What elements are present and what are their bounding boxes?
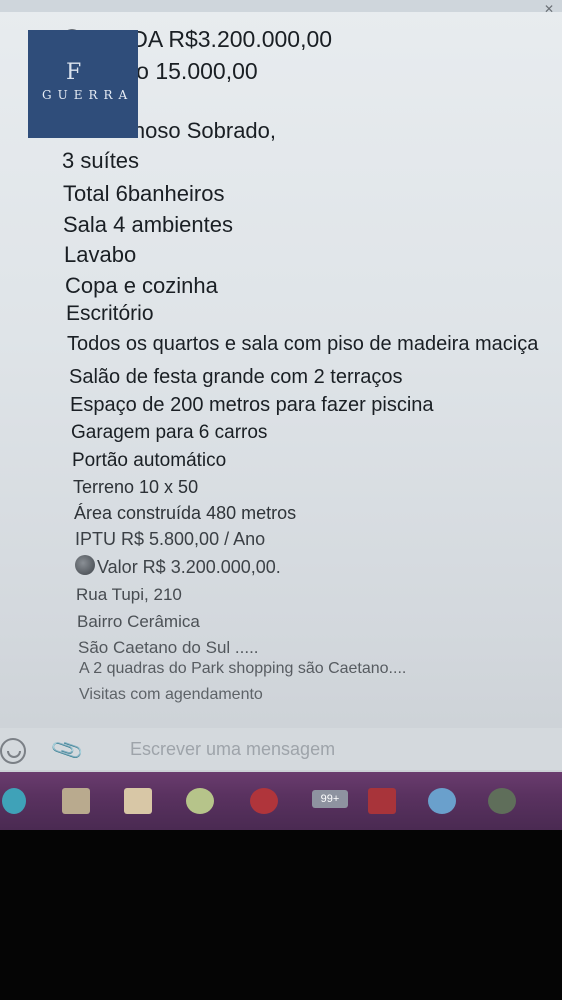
message-line: Salão de festa grande com 2 terraços xyxy=(69,366,403,388)
message-line: São Caetano do Sul ..... xyxy=(78,638,259,657)
whatsapp-icon[interactable] xyxy=(488,788,516,814)
star-app-icon[interactable] xyxy=(250,788,278,814)
red-app-icon[interactable] xyxy=(368,788,396,814)
message-line: Espaço de 200 metros para fazer piscina xyxy=(70,394,434,416)
chat-window: ✕ VENDA R$3.200.000,00 Locação 15.000,00… xyxy=(0,0,562,840)
message-line: IPTU R$ 5.800,00 / Ano xyxy=(75,529,266,549)
folder-icon[interactable] xyxy=(124,788,152,814)
calendar-icon[interactable] xyxy=(62,788,90,814)
start-icon[interactable] xyxy=(2,788,26,814)
message-line: Terreno 10 x 50 xyxy=(73,477,199,497)
message-input[interactable] xyxy=(128,734,552,764)
message-line: Escritório xyxy=(66,302,154,325)
notification-badge[interactable]: 99+ xyxy=(312,790,348,808)
os-taskbar: 99+ xyxy=(0,772,562,830)
message-line: Total 6banheiros xyxy=(63,181,225,206)
monitor-bezel xyxy=(0,830,562,1000)
message-line: Bairro Cerâmica xyxy=(77,612,200,631)
internet-explorer-icon[interactable] xyxy=(428,788,456,814)
smile-icon[interactable] xyxy=(0,738,26,764)
message-line: Copa e cozinha xyxy=(65,273,218,298)
message-line: Valor R$ 3.200.000,00. xyxy=(75,555,281,578)
message-line: Garagem para 6 carros xyxy=(71,422,268,443)
message-line: Visitas com agendamento xyxy=(79,686,263,703)
message-line: Sala 4 ambientes xyxy=(63,212,233,237)
message-line: Área construída 480 metros xyxy=(74,503,297,523)
agency-logo: F GUERRA xyxy=(28,30,138,138)
message-line: Todos os quartos e sala com piso de made… xyxy=(67,333,539,355)
message-line: Rua Tupi, 210 xyxy=(76,585,182,604)
logo-text: GUERRA xyxy=(42,88,134,102)
message-line: A 2 quadras do Park shopping são Caetano… xyxy=(79,660,407,677)
money-bag-icon xyxy=(75,555,95,575)
message-line: 3 suítes xyxy=(62,148,140,173)
message-line: Lavabo xyxy=(64,242,137,267)
logo-mark: F xyxy=(66,60,82,85)
chrome-icon[interactable] xyxy=(186,788,214,814)
message-line: Portão automático xyxy=(72,450,227,471)
